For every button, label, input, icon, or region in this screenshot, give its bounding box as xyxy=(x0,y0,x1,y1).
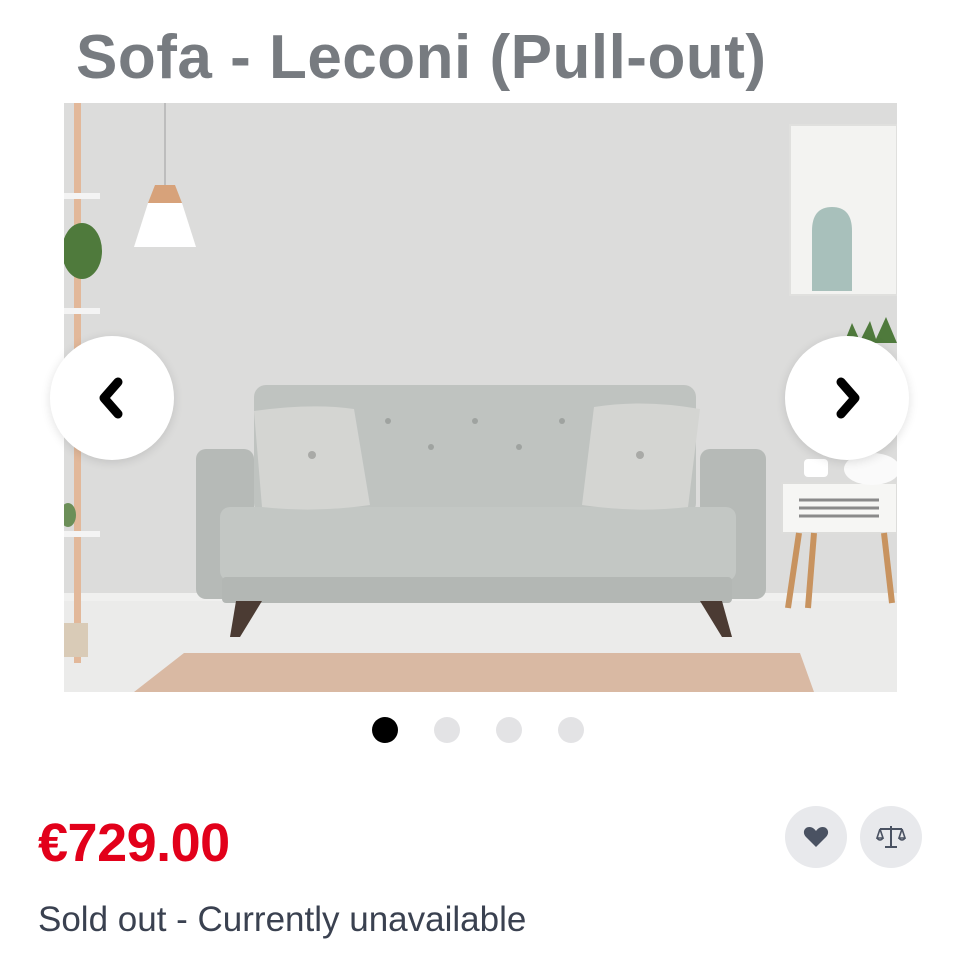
chevron-right-icon xyxy=(836,377,860,419)
product-price: €729.00 xyxy=(38,813,230,873)
wishlist-button[interactable] xyxy=(785,806,847,868)
heart-icon xyxy=(803,827,829,847)
availability-status: Sold out - Currently unavailable xyxy=(38,900,527,939)
sofa-photo xyxy=(64,103,897,692)
product-image[interactable] xyxy=(64,103,897,692)
gallery-pagination xyxy=(372,717,584,743)
gallery-prev-button[interactable] xyxy=(50,336,174,460)
pagination-dot-4[interactable] xyxy=(558,717,584,743)
pagination-dot-3[interactable] xyxy=(496,717,522,743)
product-title: Sofa - Leconi (Pull-out) xyxy=(76,23,767,92)
pagination-dot-1[interactable] xyxy=(372,717,398,743)
compare-button[interactable] xyxy=(860,806,922,868)
chevron-left-icon xyxy=(99,377,123,419)
pagination-dot-2[interactable] xyxy=(434,717,460,743)
scale-icon xyxy=(876,826,906,848)
gallery-next-button[interactable] xyxy=(785,336,909,460)
